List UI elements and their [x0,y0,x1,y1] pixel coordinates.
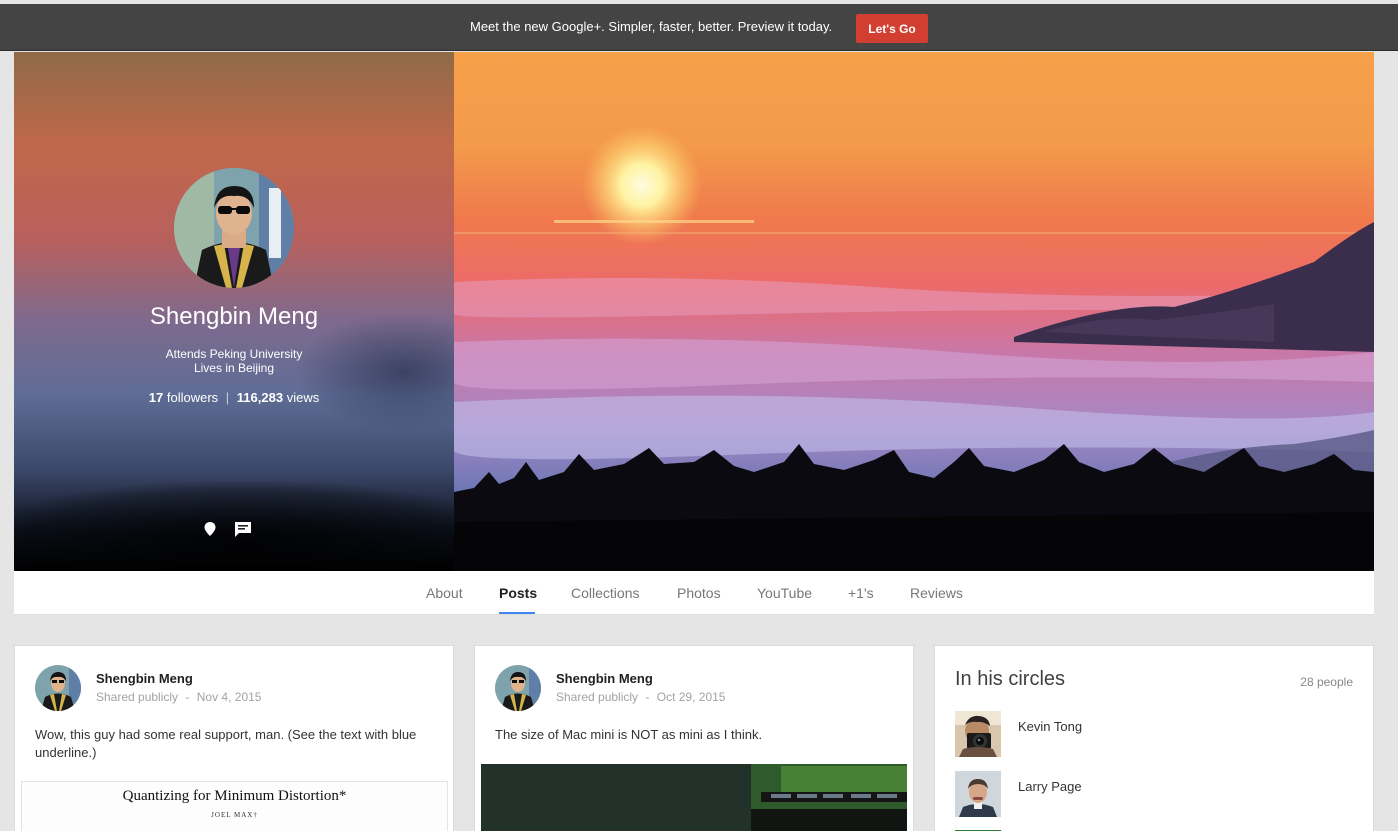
circles-count-link[interactable]: 28 people [1300,675,1353,689]
tab-reviews[interactable]: Reviews [910,585,963,601]
stats-separator: | [225,390,230,405]
paper-title: Quantizing for Minimum Distortion* [122,788,347,804]
post-attachment-photo[interactable] [481,764,907,831]
views-count: 116,283 [236,390,284,405]
message-icon[interactable] [233,519,253,539]
profile-tabs: About Posts Collections Photos YouTube +… [14,571,1374,615]
post-card: Shengbin Meng Shared publicly - Nov 4, 2… [14,645,454,831]
circle-person[interactable]: Kevin Tong [955,711,1355,757]
profile-name: Shengbin Meng [149,303,319,330]
location-pin-icon[interactable] [200,519,220,539]
tab-photos[interactable]: Photos [677,585,721,601]
post-card: Shengbin Meng Shared publicly - Oct 29, … [474,645,914,831]
tab-about[interactable]: About [426,585,463,601]
circle-person[interactable]: Larry Page [955,771,1355,817]
post-date[interactable]: Nov 4, 2015 [197,690,262,704]
person-avatar[interactable] [955,711,1001,757]
views-label: views [286,390,320,405]
lets-go-button[interactable]: Let's Go [856,14,928,43]
person-name[interactable]: Kevin Tong [1018,719,1082,734]
promo-message: Meet the new Google+. Simpler, faster, b… [470,19,833,34]
person-avatar[interactable] [955,771,1001,817]
post-visibility: Shared publicly [96,690,179,704]
active-tab-indicator [499,612,535,614]
post-author[interactable]: Shengbin Meng [96,671,193,686]
followers-count[interactable]: 17 [149,390,163,405]
post-visibility: Shared publicly [556,690,639,704]
post-date[interactable]: Oct 29, 2015 [657,690,726,704]
post-text: The size of Mac mini is NOT as mini as I… [495,727,763,742]
person-name[interactable]: Larry Page [1018,779,1082,794]
promo-bar: Meet the new Google+. Simpler, faster, b… [0,4,1398,51]
tab-plus-ones[interactable]: +1's [848,585,874,601]
cover-photo [454,52,1374,571]
post-text: Wow, this guy had some real support, man… [35,727,417,760]
post-meta: Shared publicly - Oct 29, 2015 [556,690,725,704]
profile-avatar[interactable] [174,168,294,288]
post-attachment-image[interactable]: Quantizing for Minimum Distortion* JOEL … [21,781,448,831]
post-meta: Shared publicly - Nov 4, 2015 [96,690,261,704]
circles-title: In his circles [955,668,1066,690]
tab-youtube[interactable]: YouTube [757,585,812,601]
meta-separator: - [185,690,190,704]
author-avatar[interactable] [495,665,541,711]
profile-location: Lives in Beijing [193,361,275,375]
paper-author: JOEL MAX† [211,811,258,819]
meta-separator: - [645,690,650,704]
tab-posts[interactable]: Posts [499,585,537,601]
tab-collections[interactable]: Collections [571,585,639,601]
followers-label[interactable]: followers [167,390,218,405]
author-avatar[interactable] [35,665,81,711]
profile-education: Attends Peking University [165,347,303,361]
post-author[interactable]: Shengbin Meng [556,671,653,686]
circles-card: In his circles 28 people Kevin Tong Larr… [934,645,1374,831]
profile-stats: 17 followers | 116,283 views [14,390,454,405]
